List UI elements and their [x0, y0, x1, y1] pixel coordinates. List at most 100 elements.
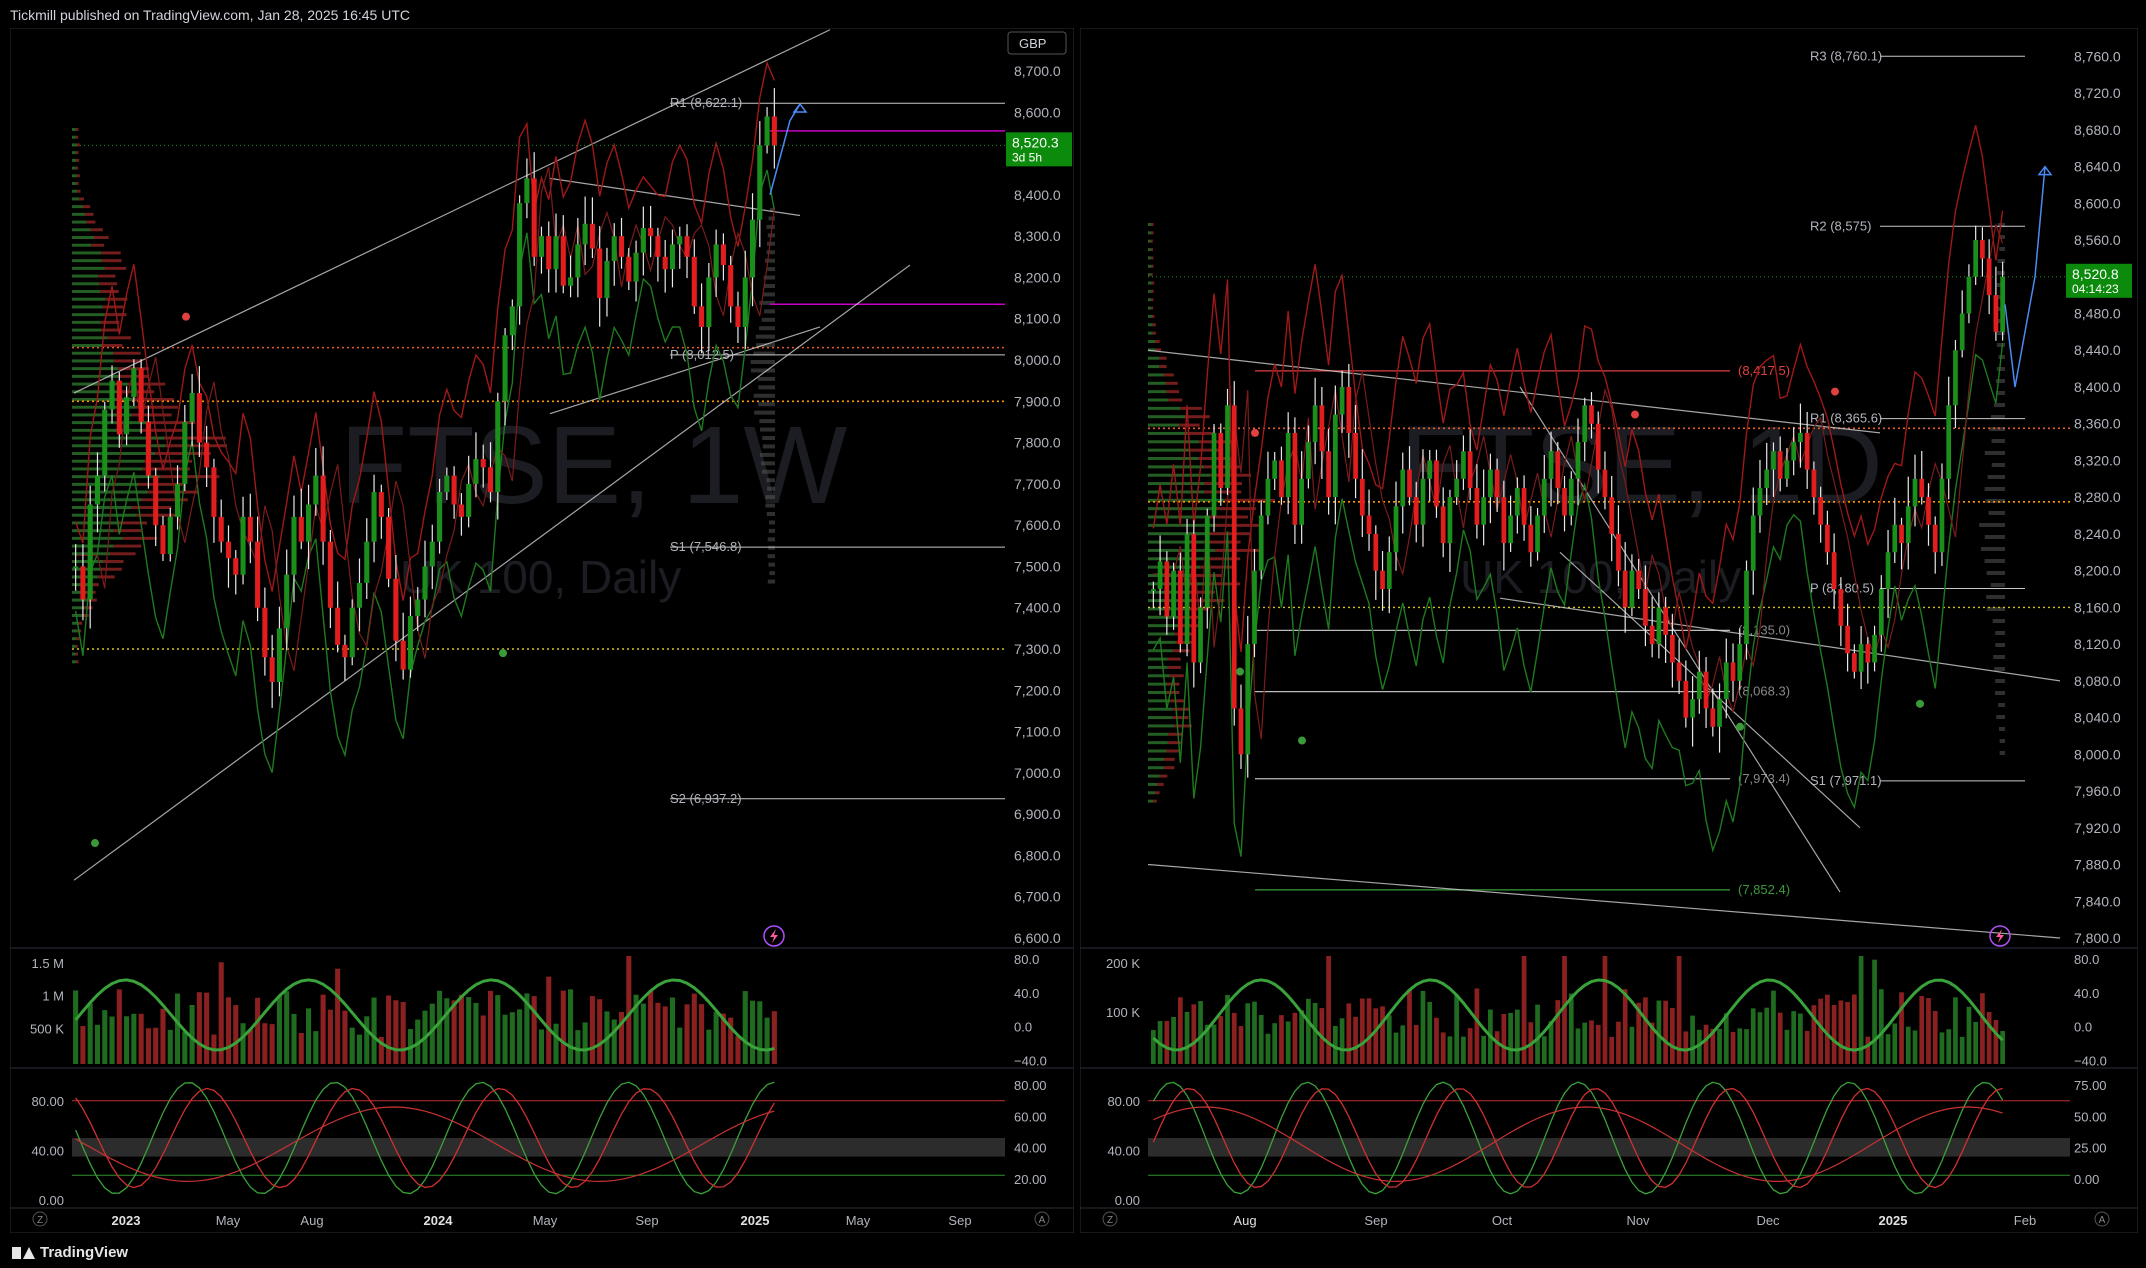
volume-bar	[1771, 990, 1776, 1064]
price-axis-tick: 7,400.0	[1014, 600, 1061, 616]
tradingview-brand[interactable]: TradingView	[12, 1244, 128, 1261]
volume-bar	[1359, 998, 1365, 1064]
pivot-label: S2 (6,937.2)	[670, 791, 742, 806]
daily-chart-svg[interactable]: FTSE, 1DUK 100, DailyR3 (8,760.1)R2 (8,5…	[1080, 28, 2138, 1233]
volume-bar	[1231, 1012, 1237, 1064]
volume-profile-bar	[1153, 799, 1157, 803]
volume-profile-bar	[1148, 515, 1209, 519]
candle-body	[1346, 386, 1352, 433]
volume-profile-bar	[72, 297, 106, 301]
candle-body	[538, 236, 545, 257]
candle-body	[1825, 524, 1830, 553]
volume-profile-bar	[1148, 440, 1199, 444]
volume-bar	[1690, 1015, 1695, 1064]
volume-profile-bar	[1148, 799, 1154, 803]
chart-panel-weekly[interactable]: FTSE, 1W UK 100, Daily R1 (8,622.1) P (8,01…	[10, 28, 1074, 1233]
candle-body	[1818, 497, 1824, 525]
candle-body	[1541, 478, 1547, 516]
candle-body	[1959, 313, 1965, 351]
candle-body	[568, 277, 574, 286]
volume-bar	[320, 994, 326, 1064]
candle-body	[1225, 405, 1230, 488]
candle-body	[1939, 478, 1945, 553]
volume-profile-bar	[1151, 223, 1154, 226]
volume-bar	[138, 1013, 144, 1064]
candle-body	[1831, 552, 1837, 590]
volume-bar	[691, 993, 697, 1064]
chart-panel-daily[interactable]: FTSE, 1D UK 100, Daily R3 (8,760.1) R2 (8,5…	[1080, 28, 2138, 1233]
volume-profile-bar	[72, 344, 103, 347]
volume-osc-axis-tick: 40.0	[2074, 986, 2099, 1001]
candle-body	[196, 393, 202, 443]
volume-bar	[335, 968, 341, 1064]
volume-bar	[509, 1012, 515, 1064]
candle-body	[2000, 276, 2005, 332]
candle-body	[1184, 533, 1190, 645]
candle-body	[553, 236, 559, 270]
volume-profile-bar	[72, 583, 89, 587]
session-volume-bar	[1995, 691, 2005, 695]
candle-body	[1905, 506, 1911, 544]
volume-profile-bar	[1157, 782, 1164, 786]
candle-body	[1663, 607, 1668, 635]
volume-bar	[1393, 1032, 1399, 1064]
volume-profile-bar	[1151, 264, 1154, 268]
candle-body	[1198, 607, 1203, 663]
volume-profile-bar	[72, 336, 108, 340]
volume-bar	[1670, 1008, 1675, 1064]
volume-bar	[546, 976, 552, 1064]
volume-profile-bar	[1159, 365, 1167, 369]
candle-body	[1521, 488, 1527, 525]
volume-bar	[1568, 993, 1574, 1064]
candle-body	[1912, 478, 1918, 507]
candle-body	[1157, 561, 1163, 590]
volume-profile-bar	[1148, 649, 1173, 653]
candle-body	[1858, 644, 1864, 672]
volume-profile-bar	[1148, 423, 1179, 427]
candle-body	[1582, 405, 1588, 443]
session-volume-bar	[761, 317, 775, 322]
volume-bar	[1589, 1020, 1594, 1064]
time-axis-tick: 2025	[1879, 1213, 1908, 1228]
volume-bar	[225, 997, 232, 1064]
volume-bar	[1151, 1030, 1156, 1064]
session-volume-bar	[1984, 559, 2005, 563]
volume-bar	[735, 1036, 741, 1064]
stoch-right-tick: 25.00	[2074, 1141, 2107, 1156]
volume-bar	[1366, 998, 1372, 1064]
candle-body	[371, 492, 377, 542]
session-volume-bar	[759, 419, 775, 424]
candle-body	[407, 615, 413, 670]
volume-profile-bar	[72, 351, 114, 355]
session-volume-bar	[766, 250, 775, 255]
volume-profile-bar	[1166, 691, 1180, 694]
session-volume-bar	[767, 486, 775, 491]
volume-profile-bar	[72, 220, 87, 224]
volume-profile-bar	[77, 189, 81, 193]
volume-bar	[1454, 994, 1460, 1064]
session-volume-bar	[759, 326, 775, 331]
candle-body	[1622, 570, 1628, 608]
volume-bar	[495, 995, 501, 1064]
candle-body	[400, 640, 406, 670]
volume-profile-bar	[72, 236, 95, 239]
candle-body	[1703, 671, 1709, 709]
signal-dot	[182, 312, 190, 321]
volume-bar	[1865, 1036, 1871, 1064]
volume-axis-tick: 1.5 M	[31, 956, 64, 971]
volume-bar	[1892, 1023, 1898, 1064]
candle-body	[1851, 653, 1857, 672]
candle-body	[1750, 515, 1756, 571]
volume-profile-bar	[1148, 340, 1155, 343]
signal-dot	[1736, 722, 1744, 731]
candle-body	[1339, 386, 1345, 415]
candle-body	[1629, 570, 1635, 608]
session-volume-bar	[1999, 739, 2005, 743]
candle-body	[1171, 570, 1176, 617]
candle-body	[517, 203, 523, 307]
volume-profile-bar	[101, 567, 122, 571]
candle-body	[167, 516, 173, 555]
volume-bar	[1818, 998, 1824, 1064]
volume-bar	[1306, 998, 1311, 1064]
weekly-chart-svg[interactable]: FTSE, 1WUK 100, DailyR1 (8,622.1)P (8,01…	[10, 28, 1074, 1233]
